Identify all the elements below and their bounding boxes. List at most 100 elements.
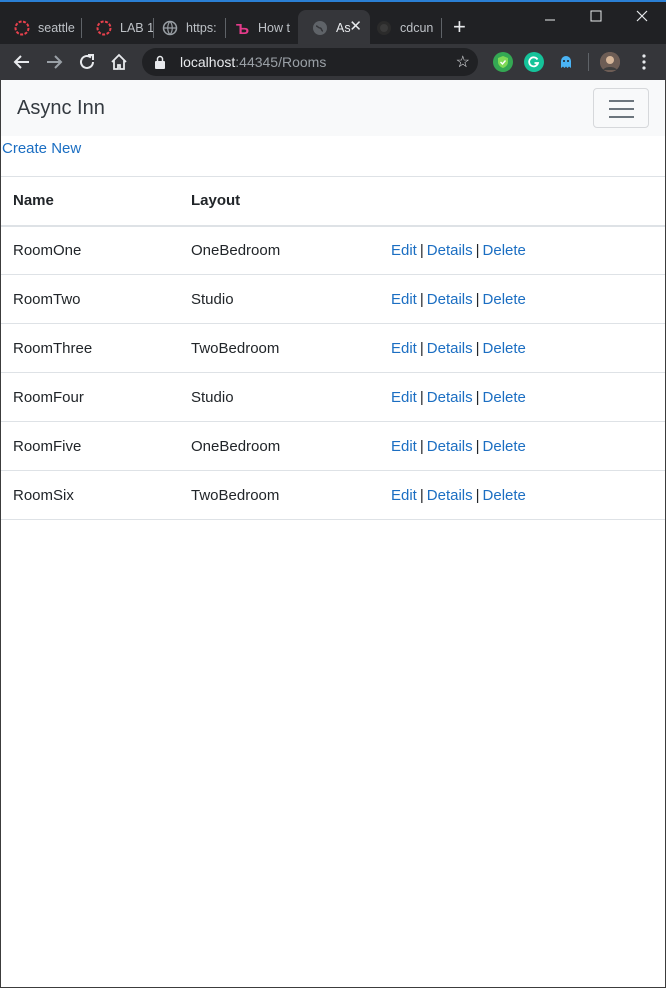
action-separator: | — [475, 437, 480, 455]
table-row: RoomFive OneBedroom Edit | Details | Delete — [1, 421, 665, 471]
row-actions: Edit | Details | Delete — [379, 421, 665, 471]
codefellows-icon — [14, 20, 30, 36]
edit-link[interactable]: Edit — [391, 340, 417, 357]
more-menu-icon[interactable] — [632, 50, 656, 74]
action-separator: | — [475, 241, 480, 259]
room-layout: OneBedroom — [179, 421, 379, 471]
delete-link[interactable]: Delete — [483, 389, 526, 406]
browser-toolbar: localhost:44345/Rooms ☆ — [0, 44, 666, 80]
github-icon — [376, 20, 392, 36]
reload-icon[interactable] — [75, 50, 99, 74]
action-separator: | — [419, 486, 424, 504]
brand-link[interactable]: Async Inn — [17, 97, 105, 120]
room-layout: TwoBedroom — [179, 323, 379, 373]
lock-icon — [155, 55, 165, 69]
td-icon: Ъ — [234, 20, 250, 36]
toolbar-separator — [588, 53, 589, 71]
details-link[interactable]: Details — [427, 340, 473, 357]
tab-separator — [441, 18, 442, 38]
bookmark-star-icon[interactable]: ☆ — [456, 52, 470, 72]
page-content: Async Inn Create New Name Layout RoomOne… — [0, 80, 666, 988]
browser-tab[interactable]: https: — [148, 10, 224, 46]
navbar: Async Inn — [1, 80, 665, 136]
room-name: RoomSix — [1, 470, 179, 520]
home-icon[interactable] — [107, 50, 131, 74]
tab-label: seattle — [38, 21, 75, 35]
hamburger-icon — [609, 100, 634, 102]
room-name: RoomThree — [1, 323, 179, 373]
new-tab-button[interactable]: + — [453, 16, 466, 38]
details-link[interactable]: Details — [427, 242, 473, 259]
room-name: RoomFour — [1, 372, 179, 422]
action-separator: | — [475, 339, 480, 357]
address-bar[interactable]: localhost:44345/Rooms ☆ — [142, 48, 478, 76]
avatar[interactable] — [600, 52, 620, 72]
details-link[interactable]: Details — [427, 487, 473, 504]
table-row: RoomOne OneBedroom Edit | Details | Delete — [1, 225, 665, 275]
svg-text:Ъ: Ъ — [236, 21, 249, 36]
action-separator: | — [419, 241, 424, 259]
room-name: RoomOne — [1, 225, 179, 275]
action-separator: | — [419, 290, 424, 308]
room-layout: OneBedroom — [179, 225, 379, 275]
url-text: localhost:44345/Rooms — [180, 54, 327, 70]
back-arrow-icon[interactable] — [10, 50, 34, 74]
edit-link[interactable]: Edit — [391, 242, 417, 259]
browser-tab-active[interactable]: As ✕ — [298, 10, 370, 46]
room-name: RoomTwo — [1, 274, 179, 324]
delete-link[interactable]: Delete — [483, 487, 526, 504]
forward-arrow-icon[interactable] — [42, 50, 66, 74]
details-link[interactable]: Details — [427, 438, 473, 455]
browser-tab[interactable]: LAB 1 — [82, 10, 154, 46]
globe-icon — [162, 20, 178, 36]
room-layout: Studio — [179, 274, 379, 324]
room-layout: TwoBedroom — [179, 470, 379, 520]
navbar-toggler-button[interactable] — [593, 88, 649, 128]
globe-icon — [312, 20, 328, 36]
row-actions: Edit | Details | Delete — [379, 323, 665, 373]
action-separator: | — [475, 486, 480, 504]
maximize-icon[interactable] — [576, 6, 616, 28]
column-header-actions — [379, 176, 665, 227]
table-row: RoomSix TwoBedroom Edit | Details | Delete — [1, 470, 665, 520]
details-link[interactable]: Details — [427, 291, 473, 308]
table-header-row: Name Layout — [1, 176, 665, 227]
edit-link[interactable]: Edit — [391, 291, 417, 308]
room-name: RoomFive — [1, 421, 179, 471]
action-separator: | — [475, 388, 480, 406]
rooms-table: Name Layout RoomOne OneBedroom Edit | Deta… — [1, 176, 665, 520]
row-actions: Edit | Details | Delete — [379, 274, 665, 324]
browser-tab[interactable]: Ъ How t — [220, 10, 296, 46]
table-row: RoomFour Studio Edit | Details | Delete — [1, 372, 665, 422]
create-new-link[interactable]: Create New — [2, 140, 81, 157]
codefellows-icon — [96, 20, 112, 36]
edit-link[interactable]: Edit — [391, 389, 417, 406]
room-layout: Studio — [179, 372, 379, 422]
ghost-extension-icon[interactable] — [556, 52, 576, 72]
delete-link[interactable]: Delete — [483, 438, 526, 455]
minimize-icon[interactable] — [530, 6, 570, 28]
window-close-icon[interactable] — [622, 6, 662, 28]
browser-tab[interactable]: cdcun — [362, 10, 440, 46]
edit-link[interactable]: Edit — [391, 438, 417, 455]
grammarly-icon[interactable] — [524, 52, 544, 72]
tab-label: How t — [258, 21, 290, 35]
action-separator: | — [475, 290, 480, 308]
browser-tab[interactable]: seattle — [0, 10, 80, 46]
tab-label: cdcun — [400, 21, 434, 35]
action-separator: | — [419, 437, 424, 455]
close-icon[interactable]: ✕ — [349, 19, 362, 35]
details-link[interactable]: Details — [427, 389, 473, 406]
column-header-layout: Layout — [179, 176, 379, 227]
delete-link[interactable]: Delete — [483, 340, 526, 357]
action-separator: | — [419, 388, 424, 406]
shield-extension-icon[interactable] — [493, 52, 513, 72]
delete-link[interactable]: Delete — [483, 291, 526, 308]
row-actions: Edit | Details | Delete — [379, 372, 665, 422]
delete-link[interactable]: Delete — [483, 242, 526, 259]
row-actions: Edit | Details | Delete — [379, 470, 665, 520]
edit-link[interactable]: Edit — [391, 487, 417, 504]
table-row: RoomThree TwoBedroom Edit | Details | Delete — [1, 323, 665, 373]
column-header-name: Name — [1, 176, 179, 227]
tab-label: As — [336, 21, 351, 35]
